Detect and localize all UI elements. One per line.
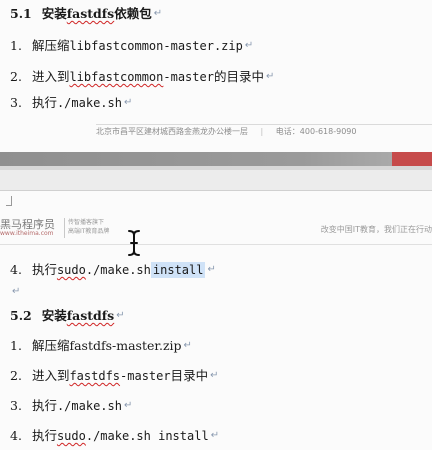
logo-description: 传智播客旗下 高端IT教育品牌 — [68, 218, 109, 236]
heading-text-after: 依赖包 — [114, 6, 152, 21]
heading-number: 5.2 — [10, 308, 32, 323]
step-arg-rest: -master — [120, 369, 171, 383]
step-cmd-rest: ./make.sh — [85, 263, 151, 277]
paragraph-mark-icon: ↵ — [123, 97, 133, 108]
logo-url: www.itheima.com — [0, 230, 54, 237]
step-number: 2. — [10, 69, 22, 84]
heading-term: fastdfs — [66, 6, 115, 21]
step-1[interactable]: 1. 解压缩 libfastcommon-master.zip ↵ — [10, 38, 253, 54]
footer-phone: 电话：400-618-9090 — [275, 127, 357, 136]
paragraph-mark-icon: ↵ — [244, 40, 254, 51]
paragraph-mark-icon: ↵ — [207, 264, 216, 275]
step-1[interactable]: 1. 解压缩 fastdfs-master.zip ↵ — [10, 338, 192, 354]
step-label: 解压缩 — [31, 338, 70, 353]
step-label: 进入到 — [31, 368, 70, 383]
step-number: 2. — [10, 368, 22, 383]
footer-divider — [96, 124, 432, 125]
step-cmd-underlined: sudo — [56, 263, 86, 277]
selected-text[interactable]: install — [150, 262, 206, 278]
logo-desc-line-2: 高端IT教育品牌 — [68, 228, 110, 235]
step-2[interactable]: 2. 进入到 fastdfs -master 目录中 ↵ — [10, 368, 219, 384]
document-page-bottom[interactable]: 黑马程序员 www.itheima.com 传智播客旗下 高端IT教育品牌 改变… — [0, 214, 432, 450]
step-arg-rest: -master — [163, 70, 214, 84]
step-arg: ./make.sh — [56, 399, 122, 413]
step-number: 3. — [10, 398, 22, 413]
step-label: 执行 — [31, 95, 57, 110]
paragraph-mark-icon: ↵ — [210, 430, 220, 441]
step-arg: libfastcommon-master.zip — [69, 39, 243, 53]
next-page-edge — [0, 190, 432, 214]
paragraph-mark-icon: ↵ — [153, 8, 163, 19]
step-suffix: 目录中 — [170, 368, 209, 383]
page-footer: 北京市昌平区建材城西路金燕龙办公楼一层 | 电话：400-618-9090 — [96, 126, 356, 137]
page-corner-mark — [6, 196, 12, 206]
logo-divider — [64, 218, 65, 238]
step-cmd-underlined: sudo — [56, 429, 86, 443]
step-number: 4. — [10, 262, 22, 277]
step-arg: fastdfs-master.zip — [69, 338, 182, 353]
paragraph-mark-icon: ↵ — [123, 400, 133, 411]
paragraph-mark-icon: ↵ — [265, 71, 275, 82]
step-number: 3. — [10, 95, 22, 110]
document-page-top[interactable]: 5.1 安装 fastdfs 依赖包 ↵ 1. 解压缩 libfastcommo… — [0, 0, 432, 152]
footer-address: 北京市昌平区建材城西路金燕龙办公楼一层 — [96, 127, 248, 136]
section-heading-5-1[interactable]: 5.1 安装 fastdfs 依赖包 ↵ — [10, 6, 162, 22]
page-header: 黑马程序员 www.itheima.com 传智播客旗下 高端IT教育品牌 改变… — [0, 214, 432, 242]
step-label: 进入到 — [31, 69, 70, 84]
page-break-gap — [0, 152, 432, 214]
paragraph-mark-icon: ↵ — [183, 340, 192, 351]
itheima-logo: 黑马程序员 www.itheima.com — [0, 216, 60, 242]
step-label: 解压缩 — [31, 38, 70, 53]
header-slogan: 改变中国IT教育，我们正在行动 — [320, 225, 432, 234]
section-heading-5-2[interactable]: 5.2 安装 fastdfs ↵ — [10, 308, 125, 324]
step-label: 执行 — [31, 262, 57, 277]
footer-band-dark — [0, 152, 432, 166]
step-label: 执行 — [31, 428, 57, 443]
step-suffix: 的目录中 — [213, 69, 264, 84]
step-4-top[interactable]: 4. 执行 sudo ./make.sh install ↵ — [10, 262, 216, 278]
step-2[interactable]: 2. 进入到 libfastcommon -master 的目录中 ↵ — [10, 69, 274, 85]
step-3[interactable]: 3. 执行 ./make.sh ↵ — [10, 398, 132, 414]
paragraph-mark-icon: ↵ — [12, 286, 21, 297]
step-number: 1. — [10, 338, 22, 353]
step-arg-underlined: fastdfs — [69, 369, 121, 383]
heading-number: 5.1 — [10, 6, 32, 21]
step-arg-underlined: libfastcommon — [69, 70, 164, 84]
header-divider — [0, 244, 432, 245]
text-cursor-icon — [128, 230, 140, 256]
logo-desc-line-1: 传智播客旗下 — [68, 219, 105, 226]
footer-band-light — [0, 166, 432, 170]
step-number: 4. — [10, 428, 22, 443]
heading-text: 安装 — [41, 6, 67, 21]
footer-separator: | — [260, 127, 264, 136]
paragraph-mark-icon: ↵ — [210, 370, 219, 381]
step-label: 执行 — [31, 398, 57, 413]
step-3[interactable]: 3. 执行 ./make.sh ↵ — [10, 95, 132, 111]
heading-term: fastdfs — [66, 308, 115, 323]
footer-band-accent — [392, 152, 432, 166]
step-4[interactable]: 4. 执行 sudo ./make.sh install ↵ — [10, 428, 219, 444]
step-cmd-rest: ./make.sh install — [85, 429, 209, 443]
heading-text: 安装 — [41, 308, 67, 323]
step-arg: ./make.sh — [56, 96, 122, 110]
step-number: 1. — [10, 38, 22, 53]
paragraph-mark-icon: ↵ — [116, 310, 125, 321]
